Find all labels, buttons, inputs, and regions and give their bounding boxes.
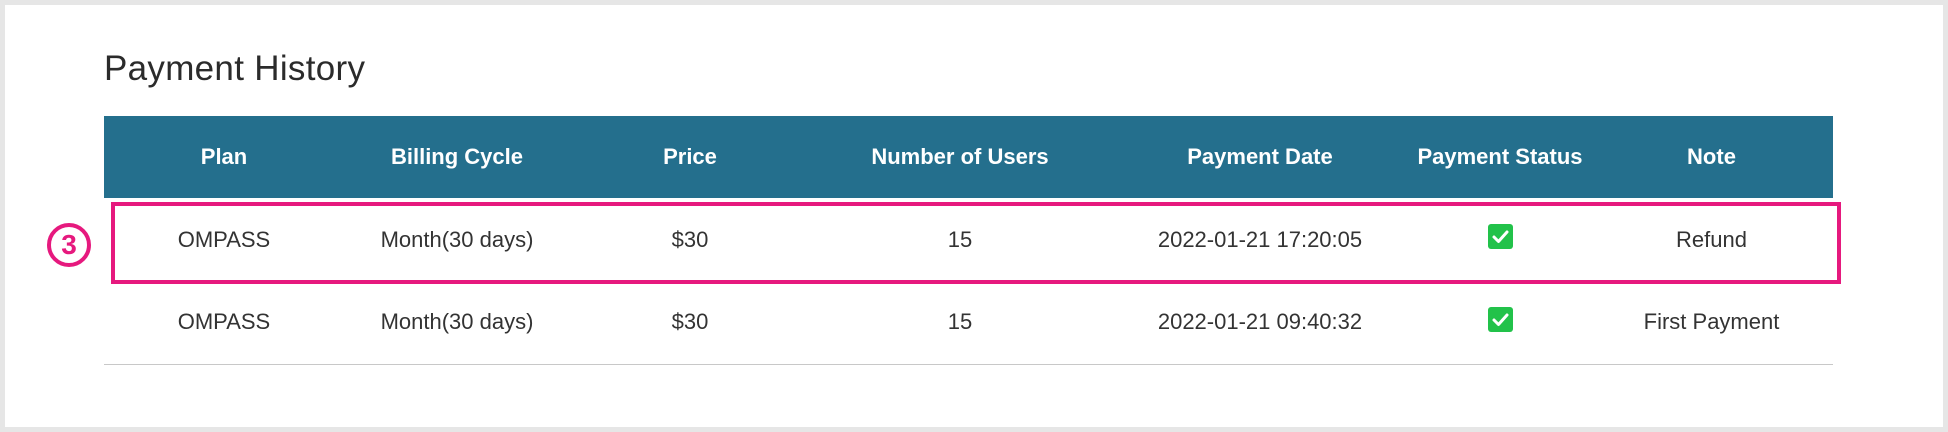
content-panel: Payment History Plan Billing Cycle Price… (5, 5, 1943, 427)
cell-note: Refund (1676, 226, 1747, 252)
cell-payment-date: 2022-01-21 17:20:05 (1157, 226, 1363, 252)
table-row[interactable]: OMPASS Month(30 days) $30 15 2022-01-21 … (104, 198, 1833, 281)
table-header: Plan Billing Cycle Price Number of Users… (104, 116, 1833, 198)
column-header-payment-status: Payment Status (1417, 144, 1583, 169)
cell-billing-cycle: Month(30 days) (344, 281, 570, 365)
cell-plan: OMPASS (177, 226, 271, 252)
cell-note: First Payment (1590, 281, 1833, 365)
cell-price: $30 (570, 281, 810, 365)
step-marker-badge: 3 (47, 223, 91, 267)
column-header-billing-cycle: Billing Cycle (390, 144, 524, 169)
cell-payment-date: 2022-01-21 09:40:32 (1110, 281, 1410, 365)
payment-history-table-container: Plan Billing Cycle Price Number of Users… (104, 116, 1833, 365)
cell-payment-status (1410, 198, 1590, 281)
cell-billing-cycle: Month(30 days) (380, 226, 534, 252)
column-header-number-of-users: Number of Users (871, 144, 1049, 169)
cell-payment-status (1410, 281, 1590, 365)
table-row[interactable]: OMPASS Month(30 days) $30 15 2022-01-21 … (104, 281, 1833, 365)
checkbox-checked-icon (1487, 306, 1513, 332)
checkbox-checked-icon (1487, 223, 1513, 249)
cell-number-of-users: 15 (810, 281, 1110, 365)
cell-plan: OMPASS (104, 281, 344, 365)
column-header-payment-date: Payment Date (1187, 144, 1333, 169)
table-body: OMPASS Month(30 days) $30 15 2022-01-21 … (104, 198, 1833, 365)
column-header-note: Note (1687, 144, 1736, 169)
payment-history-table: Plan Billing Cycle Price Number of Users… (104, 116, 1833, 365)
column-header-plan: Plan (200, 144, 248, 169)
table-header-row: Plan Billing Cycle Price Number of Users… (104, 116, 1833, 198)
cell-price: $30 (671, 226, 709, 252)
page-title: Payment History (104, 49, 366, 88)
cell-number-of-users: 15 (947, 226, 973, 252)
column-header-price: Price (663, 144, 717, 169)
